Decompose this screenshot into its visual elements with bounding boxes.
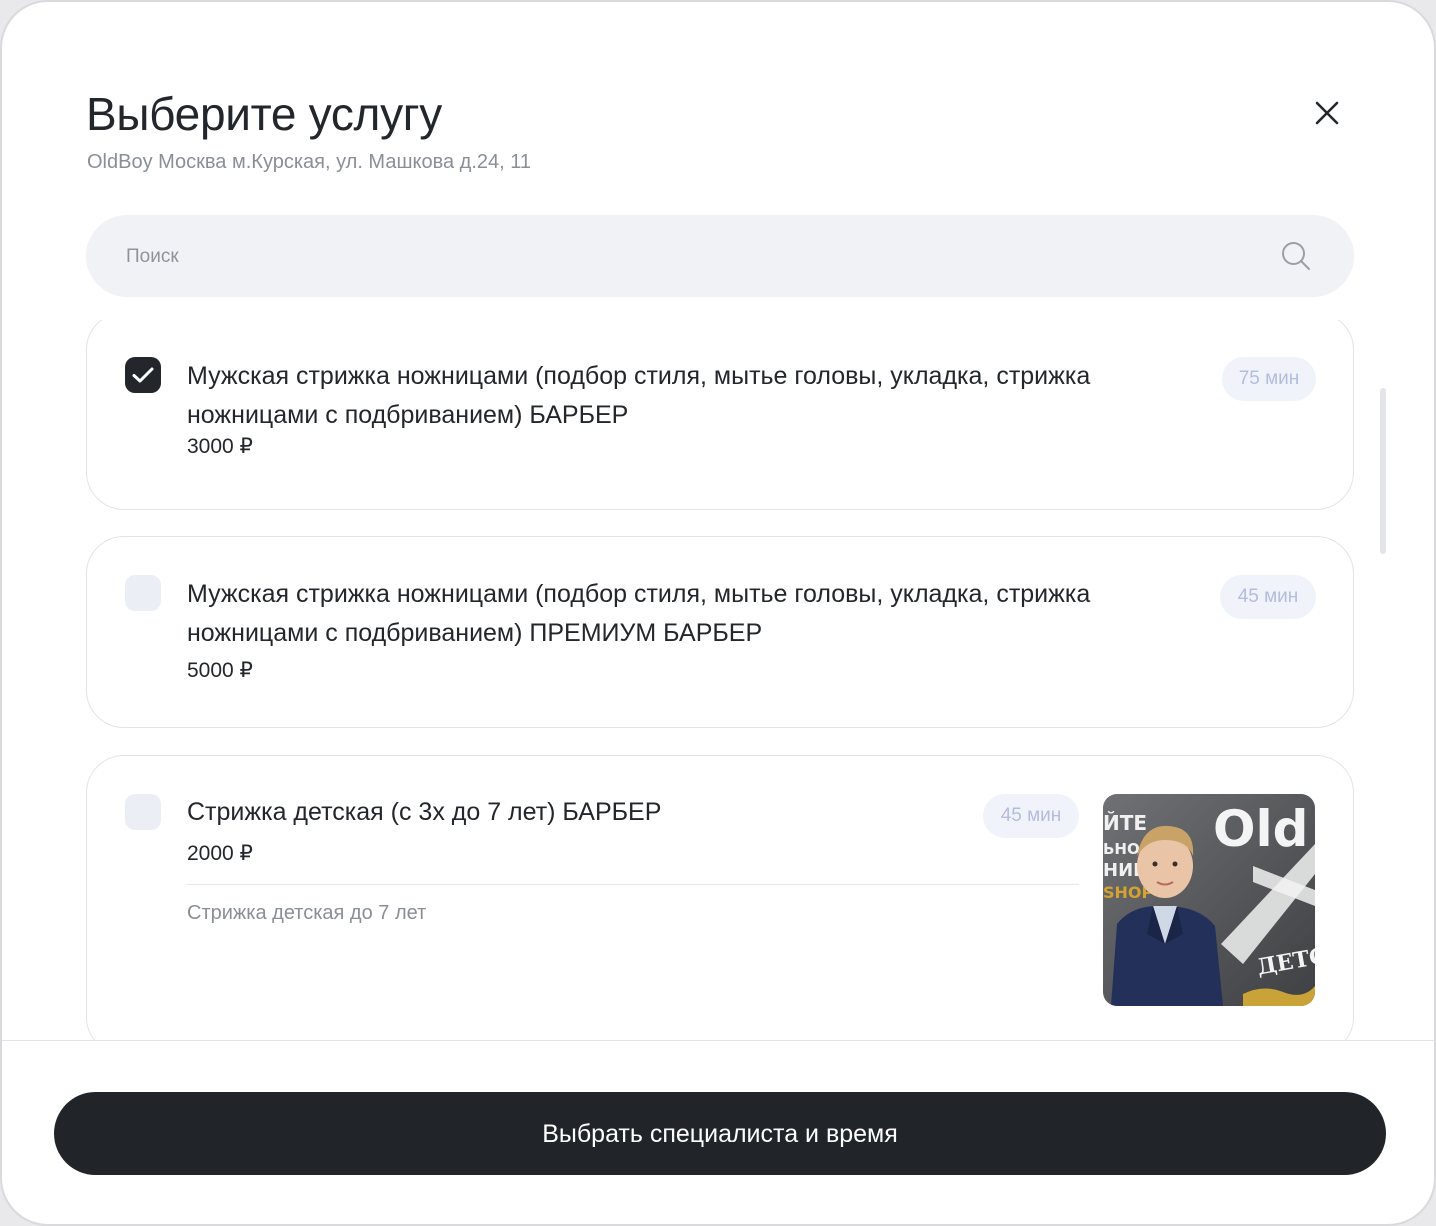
service-name: Стрижка детская (с 3х до 7 лет) БАРБЕР	[187, 798, 662, 826]
service-selection-modal: Выберите услугу OldBoy Москва м.Курская,…	[0, 0, 1436, 1226]
duration-badge: 75 мин	[1222, 357, 1316, 401]
modal-title: Выберите услугу	[86, 88, 442, 140]
svg-text:Old: Old	[1213, 800, 1308, 858]
card-divider	[187, 884, 1079, 885]
service-price: 2000 ₽	[187, 842, 253, 865]
service-card[interactable]: Мужская стрижка ножницами (подбор стиля,…	[86, 536, 1354, 728]
service-price: 5000 ₽	[187, 659, 253, 682]
service-checkbox[interactable]	[125, 357, 161, 393]
close-button[interactable]	[1304, 90, 1350, 136]
service-card[interactable]: Стрижка детская (с 3х до 7 лет) БАРБЕР 2…	[86, 755, 1354, 1040]
service-checkbox[interactable]	[125, 575, 161, 611]
service-checkbox[interactable]	[125, 794, 161, 830]
checkmark-icon	[132, 367, 154, 383]
service-name: Мужская стрижка ножницами (подбор стиля,…	[187, 580, 1091, 647]
salon-address: OldBoy Москва м.Курская, ул. Машкова д.2…	[87, 151, 532, 173]
search-icon	[1282, 242, 1310, 270]
search-button[interactable]	[1280, 240, 1312, 272]
service-name: Мужская стрижка ножницами (подбор стиля,…	[187, 362, 1091, 429]
list-scrollbar[interactable]	[1380, 388, 1386, 554]
footer-divider	[2, 1040, 1434, 1041]
search-box	[86, 215, 1354, 299]
service-card[interactable]: Мужская стрижка ножницами (подбор стиля,…	[86, 320, 1354, 510]
service-description: Стрижка детская до 7 лет	[187, 902, 427, 924]
svg-text:ЙТЕ: ЙТЕ	[1103, 811, 1147, 835]
service-list[interactable]: Мужская стрижка ножницами (подбор стиля,…	[2, 320, 1434, 1040]
service-price: 3000 ₽	[187, 435, 253, 458]
search-input[interactable]	[124, 215, 1268, 299]
close-icon	[1315, 101, 1339, 125]
choose-specialist-and-time-button[interactable]: Выбрать специалиста и время	[54, 1092, 1386, 1175]
duration-badge: 45 мин	[983, 794, 1079, 838]
duration-badge: 45 мин	[1220, 575, 1316, 619]
service-image: Old ДЕТСІ ЙТЕ ЬНОЕ НИЕ SHOP	[1103, 794, 1315, 1006]
